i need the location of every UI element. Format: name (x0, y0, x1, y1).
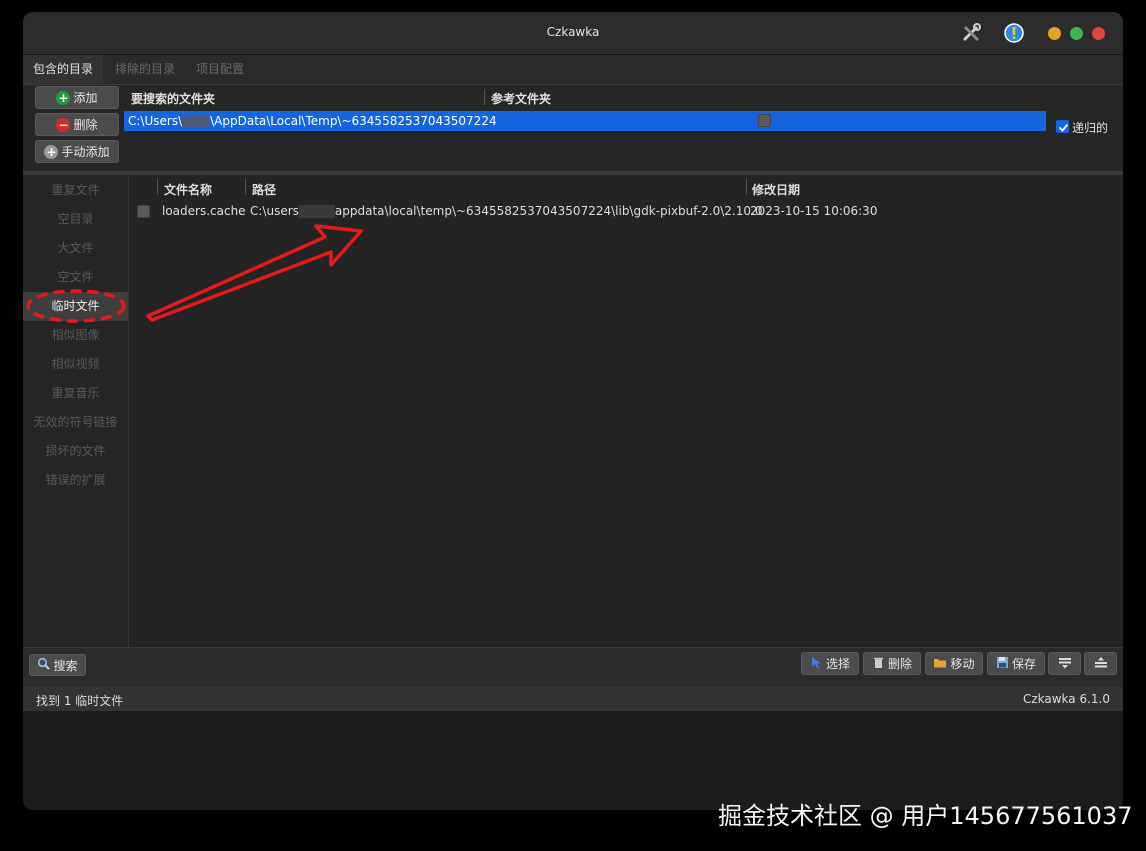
highlight-circle (26, 289, 126, 323)
watermark: 掘金技术社区 @ 用户145677561037 (718, 802, 1133, 830)
annotation-overlay (26, 224, 363, 323)
arrow-annotation (146, 224, 363, 322)
